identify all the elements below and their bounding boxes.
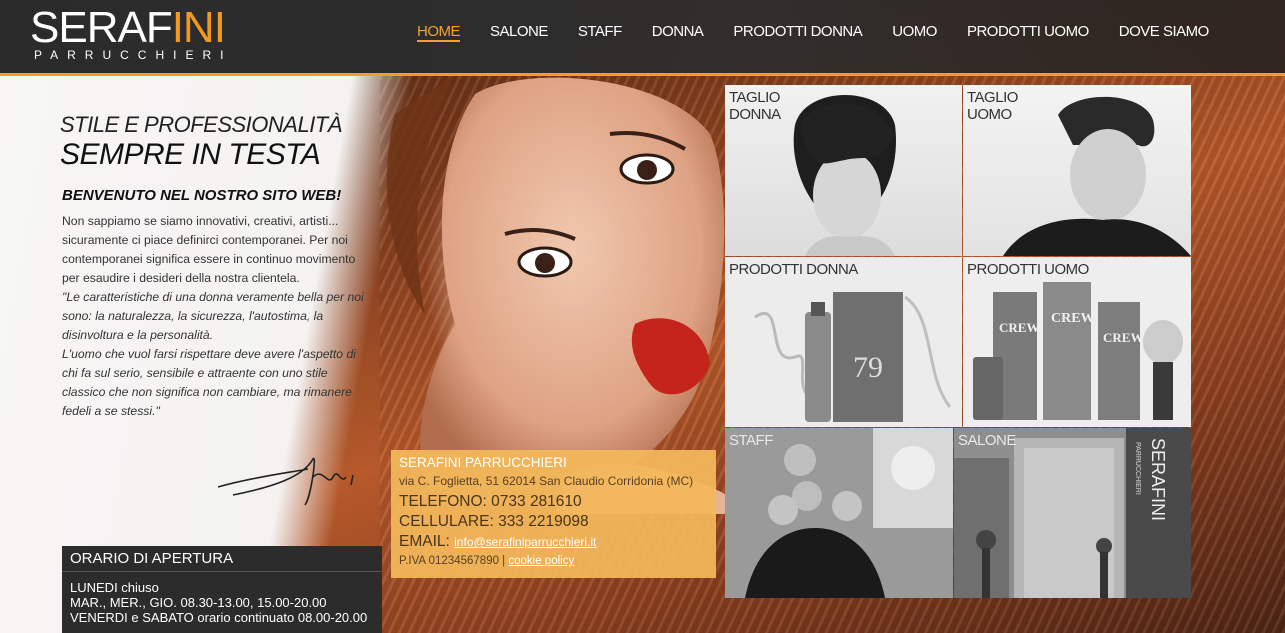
men-products-image: CREW CREW CREW [973,282,1183,420]
logo-wordmark: SERAFINI [30,3,226,52]
tile-label: PRODOTTI UOMO [967,261,1089,278]
quote-donna: "Le caratteristiche di una donna veramen… [62,290,364,342]
salon-photo: SERAFINI PARRUCCHIERI [954,428,1191,598]
tile-prodotti-donna[interactable]: PRODOTTI DONNA 79 [725,257,962,427]
logo-subtitle: PARRUCCHIERI [34,48,233,62]
tile-label: STAFF [729,432,773,449]
tile-taglio-donna[interactable]: TAGLIO DONNA [725,85,962,256]
intro-section: STILE E PROFESSIONALITÀ SEMPRE IN TESTA … [60,113,365,421]
contact-name: SERAFINI PARRUCCHIERI [399,455,567,470]
headline-secondary: SEMPRE IN TESTA [60,138,321,171]
main-nav: HOME SALONE STAFF DONNA PRODOTTI DONNA U… [417,23,1239,42]
tile-label: TAGLIO UOMO [967,89,1018,123]
site-header: SERAFINI PARRUCCHIERI HOME SALONE STAFF … [0,0,1285,76]
svg-text:CREW: CREW [999,320,1039,335]
hours-row: VENERDI e SABATO orario continuato 08.00… [70,610,368,625]
nav-home[interactable]: HOME [417,23,461,42]
tile-staff[interactable]: STAFF [725,428,953,598]
nav-uomo[interactable]: UOMO [892,23,937,42]
opening-hours-title: ORARIO DI APERTURA [62,546,382,572]
staff-photo [745,428,953,598]
tile-label: TAGLIO DONNA [729,89,781,123]
svg-text:SERAFINI: SERAFINI [1148,438,1168,521]
hero-woman-image [386,74,725,514]
contact-phone: TELEFONO: 0733 281610 [399,493,582,510]
svg-text:PARRUCCHIERI: PARRUCCHIERI [1134,442,1141,495]
nav-staff[interactable]: STAFF [578,23,622,42]
welcome-heading: BENVENUTO NEL NOSTRO SITO WEB! [62,187,342,204]
contact-email-link[interactable]: info@serafiniparrucchieri.it [454,535,596,549]
svg-text:CREW: CREW [1051,311,1095,326]
nav-prodotti-donna[interactable]: PRODOTTI DONNA [733,23,862,42]
tile-prodotti-uomo[interactable]: PRODOTTI UOMO CREW CREW CREW [963,257,1191,427]
site-logo[interactable]: SERAFINI PARRUCCHIERI [30,3,295,63]
hours-row: LUNEDI chiuso [70,580,159,595]
nav-dove-siamo[interactable]: DOVE SIAMO [1119,23,1210,42]
svg-text:79: 79 [853,351,883,384]
contact-email-label: EMAIL: [399,533,450,550]
tile-salone[interactable]: SALONE SERAFINI PARRUCCHIERI [954,428,1191,598]
cookie-policy-link[interactable]: cookie policy [508,555,574,567]
contact-piva: P.IVA 01234567890 | [399,555,506,567]
tile-label: SALONE [958,432,1016,449]
intro-paragraph: Non sappiamo se siamo innovativi, creati… [62,214,356,285]
tile-taglio-uomo[interactable]: TAGLIO UOMO [963,85,1191,256]
quote-uomo: L'uomo che vuol farsi rispettare deve av… [62,347,356,418]
nav-salone[interactable]: SALONE [490,23,548,42]
nav-prodotti-uomo[interactable]: PRODOTTI UOMO [967,23,1089,42]
women-products-image: 79 [754,292,952,422]
headline-primary: STILE E PROFESSIONALITÀ [60,112,342,137]
svg-text:CREW: CREW [1103,330,1143,345]
nav-donna[interactable]: DONNA [652,23,704,42]
opening-hours-box: ORARIO DI APERTURA LUNEDI chiuso MAR., M… [62,546,382,633]
contact-cell: CELLULARE: 333 2219098 [399,513,589,530]
tile-label: PRODOTTI DONNA [729,261,858,278]
hours-row: MAR., MER., GIO. 08.30-13.00, 15.00-20.0… [70,595,327,610]
signature-image [217,458,354,506]
contact-box: SERAFINI PARRUCCHIERI via C. Foglietta, … [391,450,716,578]
contact-address: via C. Foglietta, 51 62014 San Claudio C… [399,474,694,488]
